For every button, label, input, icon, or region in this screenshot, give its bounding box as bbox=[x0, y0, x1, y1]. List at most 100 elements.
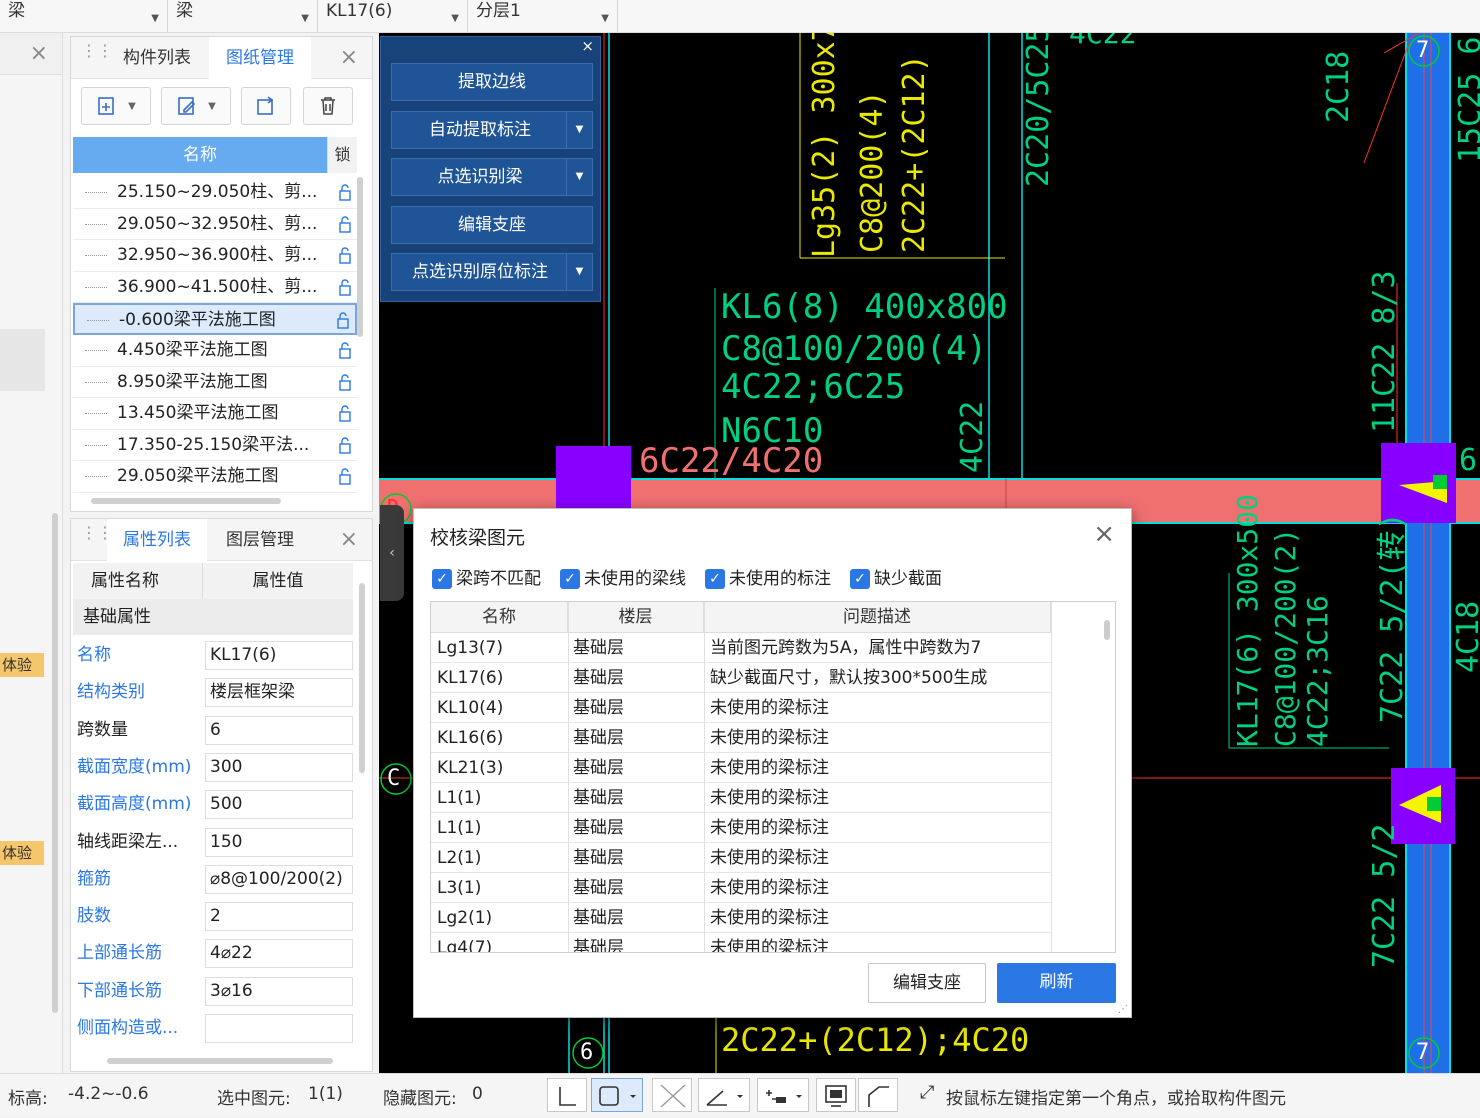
unlock-icon[interactable] bbox=[339, 373, 351, 391]
column-header-property-value[interactable]: 属性值 bbox=[203, 563, 353, 599]
resize-grip-icon[interactable]: ⋰ bbox=[1118, 1004, 1128, 1015]
property-row[interactable]: 结构类别 楼层框架梁 bbox=[73, 674, 355, 711]
edit-support-button[interactable]: 编辑支座 bbox=[868, 963, 986, 1003]
delete-drawing-button[interactable] bbox=[303, 87, 353, 125]
scrollbar[interactable] bbox=[357, 177, 363, 337]
cross-select-button[interactable] bbox=[652, 1078, 692, 1112]
refresh-button[interactable]: 刷新 bbox=[997, 963, 1116, 1003]
property-value-field[interactable]: ⌀8@100/200(2) bbox=[205, 864, 353, 894]
replace-drawing-button[interactable] bbox=[241, 87, 291, 125]
type-combo[interactable]: 梁 ▼ bbox=[168, 0, 318, 33]
display-button[interactable] bbox=[816, 1078, 856, 1112]
chevron-down-icon[interactable]: ▼ bbox=[566, 159, 592, 195]
drawing-list-item[interactable]: 25.150~29.050柱、剪... bbox=[73, 177, 357, 209]
property-value-field[interactable]: 500 bbox=[205, 790, 353, 820]
drawing-list-item[interactable]: 29.050~32.950柱、剪... bbox=[73, 209, 357, 241]
edit-drawing-button[interactable]: ▼ bbox=[161, 87, 231, 125]
column-header-property-name[interactable]: 属性名称 bbox=[73, 563, 203, 599]
table-row[interactable]: L3(1) 基础层 未使用的梁标注 bbox=[431, 873, 1051, 903]
table-row[interactable]: Lg4(7) 基础层 未使用的梁标注 bbox=[431, 933, 1051, 952]
property-group-basic[interactable]: 基础属性 bbox=[73, 599, 353, 635]
property-value-field[interactable]: 4⌀22 bbox=[205, 939, 353, 969]
property-value-field[interactable]: 3⌀16 bbox=[205, 976, 353, 1006]
drawing-list-item[interactable]: 36.900~41.500柱、剪... bbox=[73, 272, 357, 304]
table-row[interactable]: KL17(6) 基础层 缺少截面尺寸，默认按300*500生成 bbox=[431, 663, 1051, 693]
close-icon[interactable]: × bbox=[1093, 519, 1115, 549]
close-icon[interactable]: × bbox=[340, 45, 358, 70]
property-row[interactable]: 截面高度(mm) 500 bbox=[73, 786, 355, 823]
property-row[interactable]: 轴线距梁左... 150 bbox=[73, 824, 355, 861]
snap-button[interactable] bbox=[757, 1078, 809, 1112]
property-value-field[interactable] bbox=[205, 1014, 353, 1043]
category-combo[interactable]: 梁 ▼ bbox=[0, 0, 168, 33]
close-icon[interactable]: × bbox=[581, 37, 594, 55]
drawing-list-item[interactable]: 32.950~36.900柱、剪... bbox=[73, 240, 357, 272]
recognition-button[interactable]: 点选识别梁 ▼ bbox=[391, 158, 593, 196]
table-row[interactable]: KL21(3) 基础层 未使用的梁标注 bbox=[431, 753, 1051, 783]
component-combo[interactable]: KL17(6) ▼ bbox=[318, 0, 468, 33]
column[interactable] bbox=[556, 446, 631, 516]
recognition-button[interactable]: 点选识别原位标注 ▼ bbox=[391, 253, 593, 291]
scrollbar[interactable] bbox=[52, 513, 58, 1013]
chevron-down-icon[interactable]: ▼ bbox=[566, 111, 592, 148]
property-row[interactable]: 肢数 2 bbox=[73, 898, 355, 935]
unlock-icon[interactable] bbox=[339, 341, 351, 359]
property-row[interactable]: 跨数量 6 bbox=[73, 712, 355, 749]
unlock-icon[interactable] bbox=[339, 467, 351, 486]
property-value-field[interactable]: 300 bbox=[205, 752, 353, 782]
unlock-icon[interactable] bbox=[339, 183, 351, 201]
polyline-button[interactable] bbox=[858, 1078, 898, 1112]
check-span-mismatch[interactable]: ✓ 梁跨不匹配 bbox=[432, 568, 541, 590]
experience-badge[interactable]: 体验 bbox=[0, 841, 44, 865]
property-row[interactable]: 侧面构造或... bbox=[73, 1010, 355, 1047]
property-row[interactable]: 下部通长筋 3⌀16 bbox=[73, 973, 355, 1010]
column-header-name[interactable]: 名称 bbox=[73, 137, 327, 173]
property-row[interactable]: 名称 KL17(6) bbox=[73, 637, 355, 674]
left-panel-selected-row[interactable] bbox=[0, 329, 45, 391]
property-value-field[interactable]: 2 bbox=[205, 902, 353, 932]
property-value-field[interactable]: 楼层框架梁 bbox=[205, 678, 353, 708]
select-mode-button[interactable] bbox=[591, 1078, 643, 1112]
tab-component-list[interactable]: 构件列表 bbox=[107, 37, 207, 79]
property-value-field[interactable]: 6 bbox=[205, 715, 353, 745]
drawing-list-item[interactable]: -0.600梁平法施工图 bbox=[73, 303, 357, 335]
unlock-icon[interactable] bbox=[339, 215, 351, 233]
check-unused-annotation[interactable]: ✓ 未使用的标注 bbox=[705, 568, 831, 590]
drawing-list-item[interactable]: 13.450梁平法施工图 bbox=[73, 398, 357, 430]
scrollbar[interactable] bbox=[1104, 620, 1110, 640]
close-icon[interactable]: × bbox=[30, 41, 48, 66]
horizontal-scrollbar[interactable] bbox=[107, 1058, 333, 1064]
column-header-lock[interactable]: 锁 bbox=[327, 137, 357, 173]
column-header-floor[interactable]: 楼层 bbox=[568, 602, 704, 633]
property-row[interactable]: 箍筋 ⌀8@100/200(2) bbox=[73, 861, 355, 898]
unlock-icon[interactable] bbox=[337, 311, 349, 330]
tab-layer-management[interactable]: 图层管理 bbox=[209, 519, 311, 561]
property-row[interactable]: 上部通长筋 4⌀22 bbox=[73, 935, 355, 972]
property-value-field[interactable]: 150 bbox=[205, 827, 353, 857]
recognition-button[interactable]: 自动提取标注 ▼ bbox=[391, 110, 593, 149]
unlock-icon[interactable] bbox=[339, 278, 351, 296]
unlock-icon[interactable] bbox=[339, 436, 351, 454]
chevron-down-icon[interactable]: ▼ bbox=[566, 254, 592, 290]
column-header-description[interactable]: 问题描述 bbox=[704, 602, 1051, 633]
recognition-button[interactable]: 编辑支座 bbox=[391, 205, 593, 244]
unlock-icon[interactable] bbox=[339, 404, 351, 422]
experience-badge[interactable]: 体验 bbox=[0, 653, 44, 677]
table-row[interactable]: Lg13(7) 基础层 当前图元跨数为5A，属性中跨数为7 bbox=[431, 633, 1051, 663]
tab-property-list[interactable]: 属性列表 bbox=[107, 519, 207, 561]
collapse-panel-handle[interactable]: ‹ bbox=[380, 505, 404, 601]
property-row[interactable]: 截面宽度(mm) 300 bbox=[73, 749, 355, 786]
table-row[interactable]: Lg2(1) 基础层 未使用的梁标注 bbox=[431, 903, 1051, 933]
check-unused-beam-line[interactable]: ✓ 未使用的梁线 bbox=[560, 568, 686, 590]
beam-kl17[interactable] bbox=[1406, 33, 1450, 1073]
drawing-list-item[interactable]: 17.350-25.150梁平法... bbox=[73, 430, 357, 462]
drawing-list-item[interactable]: 8.950梁平法施工图 bbox=[73, 367, 357, 399]
angle-button[interactable] bbox=[698, 1078, 750, 1112]
orthogonal-button[interactable] bbox=[547, 1078, 587, 1112]
property-value-field[interactable]: KL17(6) bbox=[205, 641, 353, 670]
scrollbar[interactable] bbox=[359, 583, 365, 773]
table-row[interactable]: L1(1) 基础层 未使用的梁标注 bbox=[431, 783, 1051, 813]
horizontal-scrollbar[interactable] bbox=[91, 498, 281, 504]
unlock-icon[interactable] bbox=[339, 246, 351, 264]
tab-drawing-management[interactable]: 图纸管理 bbox=[209, 37, 311, 79]
